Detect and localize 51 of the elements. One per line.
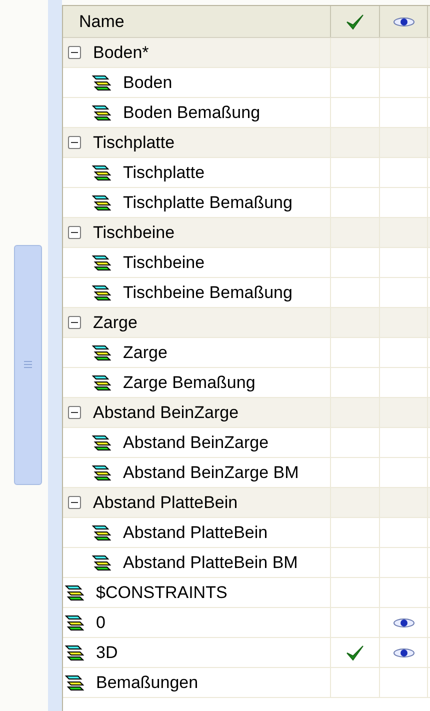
layers-icon: [64, 674, 84, 692]
check-icon: [345, 12, 365, 30]
layer-name: Abstand BeinZarge BM: [122, 462, 299, 484]
layers-icon: [91, 254, 111, 272]
layer-name: Abstand BeinZarge: [92, 402, 239, 424]
collapse-toggle[interactable]: [68, 226, 81, 239]
layers-icon: [91, 374, 111, 392]
layers-icon: [91, 554, 111, 572]
layer-name: $CONSTRAINTS: [95, 582, 228, 604]
layers-icon: [91, 464, 111, 482]
layer-name: Boden*: [92, 42, 149, 64]
layer-name: Abstand BeinZarge: [122, 432, 269, 454]
layer-name: Abstand PlatteBein BM: [122, 552, 298, 574]
collapse-toggle[interactable]: [68, 316, 81, 329]
layers-icon: [64, 584, 84, 602]
layers-icon: [91, 524, 111, 542]
layer-name: 0: [95, 612, 106, 634]
eye-icon: [392, 646, 414, 658]
layer-name: Abstand PlatteBein: [92, 492, 238, 514]
layers-icon: [91, 74, 111, 92]
layers-icon: [91, 164, 111, 182]
collapse-toggle[interactable]: [68, 136, 81, 149]
eye-icon: [392, 16, 414, 28]
collapse-toggle[interactable]: [68, 46, 81, 59]
layer-name: Tischplatte Bemaßung: [122, 192, 292, 214]
layer-name: Tischbeine Bemaßung: [122, 282, 292, 304]
eye-icon: [392, 616, 414, 628]
layer-name: Tischbeine: [122, 252, 205, 274]
check-icon: [345, 644, 365, 662]
layers-icon: [91, 194, 111, 212]
layers-icon: [91, 344, 111, 362]
layer-name: Zarge Bemaßung: [122, 372, 256, 394]
scrollbar-thumb[interactable]: [14, 245, 42, 485]
layer-name: Bemaßungen: [95, 672, 198, 694]
layer-name: Abstand PlatteBein: [122, 522, 268, 544]
layers-icon: [91, 104, 111, 122]
layer-name: Tischplatte: [122, 162, 205, 184]
layer-name: Tischbeine: [92, 222, 175, 244]
layer-name: Zarge: [122, 342, 168, 364]
collapse-toggle[interactable]: [68, 406, 81, 419]
layer-name: Zarge: [92, 312, 138, 334]
grip-icon: [23, 360, 33, 370]
collapse-toggle[interactable]: [68, 496, 81, 509]
layers-icon: [64, 614, 84, 632]
layer-name: Tischplatte: [92, 132, 175, 154]
layers-icon: [64, 644, 84, 662]
layers-icon: [91, 284, 111, 302]
layers-icon: [91, 434, 111, 452]
layer-name: Boden Bemaßung: [122, 102, 260, 124]
layer-name: Boden: [122, 72, 172, 94]
layer-name: 3D: [95, 642, 118, 664]
